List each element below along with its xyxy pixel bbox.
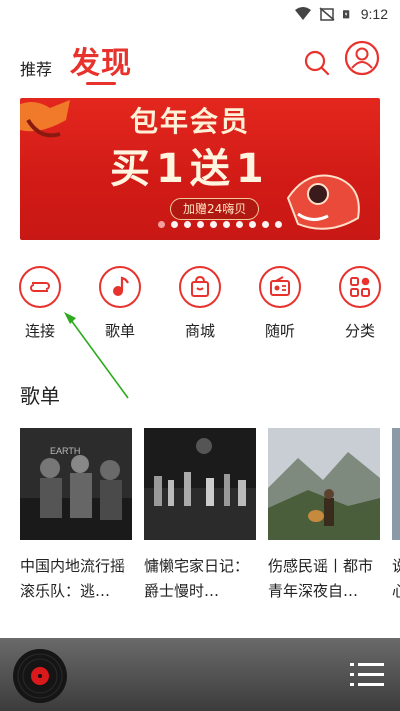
pagination-dot[interactable] [158,221,165,228]
banner-title-line1: 包年会员 [130,105,251,138]
pagination-dot[interactable] [262,221,269,228]
promo-banner[interactable]: 包年会员 买1送1 加赠24嗨贝 [20,98,380,240]
category-label: 商城 [184,322,215,340]
playlist-cover-mountain [268,428,380,540]
tab-recommend[interactable]: 推荐 [20,56,52,80]
category-playlist-circle [99,266,141,308]
banner-title-line2: 买1送1 [110,146,270,192]
pagination-dot[interactable] [223,221,230,228]
radio-icon [270,276,290,296]
active-tab-indicator [86,82,116,85]
battery-icon [342,10,349,19]
category-label: 随听 [264,322,295,340]
playlist-card[interactable]: 慵懒宅家日记：爵士慢时… [144,428,256,604]
top-navigation: 推荐 发现 [0,34,400,85]
status-bar: 9:12 [0,0,400,28]
playlist-cover-bar [144,428,256,540]
pagination-dot[interactable] [210,221,217,228]
link-icon [30,282,50,292]
status-time: 9:12 [360,6,388,22]
search-icon[interactable] [302,48,332,78]
pagination-dot[interactable] [184,221,191,228]
music-note-icon [113,276,129,296]
svg-text:EARTH: EARTH [50,446,80,456]
playlist-card[interactable]: 说心 [392,428,400,604]
playlist-card-title: 说心 [392,557,400,600]
playlist-card-title: 慵懒宅家日记：爵士慢时… [144,557,250,600]
pagination-dot[interactable] [171,221,178,228]
category-mall-circle [179,266,221,308]
pagination-dot[interactable] [197,221,204,228]
mini-player[interactable] [0,638,400,711]
playlist-menu-icon[interactable] [350,660,384,690]
pagination-dot[interactable] [236,221,243,228]
playlist-cover-partial [392,428,400,540]
wifi-icon [294,7,311,20]
ribbon-decoration-icon [20,100,70,138]
shopping-bag-icon [191,275,209,297]
playlist-cover-band: EARTH [20,428,132,540]
playlist-card-title: 伤感民谣丨都市青年深夜自… [268,557,374,600]
category-mall[interactable]: 商城 [170,266,230,341]
category-label: 分类 [344,322,375,340]
category-radio-circle [259,266,301,308]
playlist-section-title: 歌单 [20,384,60,408]
pagination-dot[interactable] [275,221,282,228]
banner-pagination [20,221,380,228]
category-classify[interactable]: 分类 [330,266,390,341]
playlist-card[interactable]: EARTH 中国内地流行摇滚乐队：逃… [20,428,132,604]
category-label: 连接 [24,322,55,340]
category-radio[interactable]: 随听 [250,266,310,341]
annotation-arrow-icon [64,312,129,399]
profile-icon[interactable] [344,40,380,76]
pagination-dot[interactable] [249,221,256,228]
no-signal-icon [319,7,335,21]
tab-discover[interactable]: 发现 [70,38,132,82]
category-bar: 连接 歌单 商城 随听 分类 [0,266,400,346]
vinyl-disc-icon[interactable] [12,648,68,704]
category-link[interactable]: 连接 [10,266,70,341]
category-link-circle [19,266,61,308]
playlist-card-title: 中国内地流行摇滚乐队：逃… [20,557,126,600]
category-classify-circle [339,266,381,308]
grid-icon [350,277,370,297]
banner-bonus-pill: 加赠24嗨贝 [170,198,260,220]
playlist-card[interactable]: 伤感民谣丨都市青年深夜自… [268,428,380,604]
playlist-carousel[interactable]: EARTH 中国内地流行摇滚乐队：逃… 慵懒宅家日记：爵士慢时… 伤感民谣丨都市… [20,428,400,608]
